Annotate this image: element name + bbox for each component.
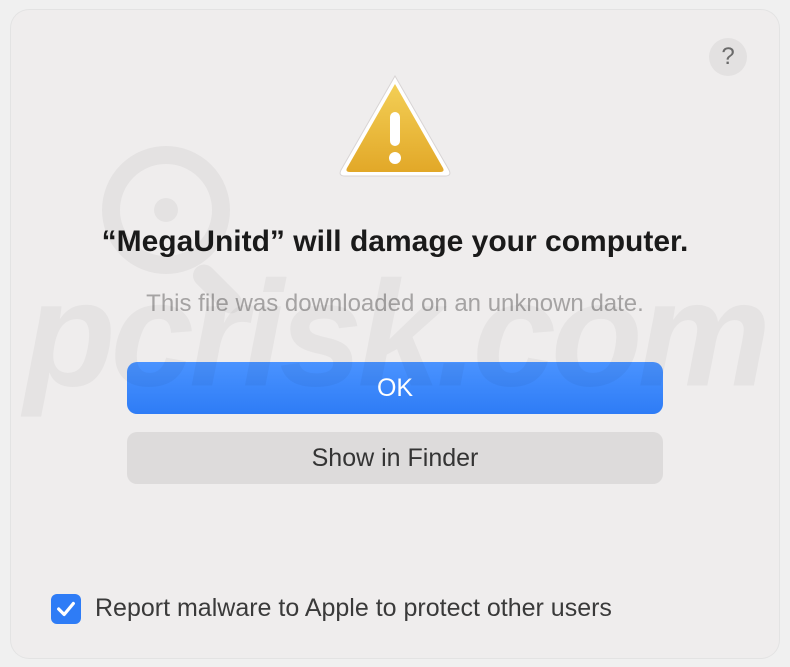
warning-icon (335, 70, 455, 180)
report-malware-checkbox[interactable] (51, 594, 81, 624)
help-icon: ? (721, 43, 734, 71)
report-malware-label: Report malware to Apple to protect other… (95, 594, 612, 623)
show-in-finder-button[interactable]: Show in Finder (127, 432, 663, 484)
alert-dialog: pcrisk.com ? “MegaUnitd” will damage you… (11, 10, 779, 658)
button-group: OK Show in Finder (127, 362, 663, 484)
dialog-subtitle: This file was downloaded on an unknown d… (146, 290, 644, 318)
dialog-title: “MegaUnitd” will damage your computer. (102, 222, 689, 263)
help-button[interactable]: ? (709, 38, 747, 76)
ok-button[interactable]: OK (127, 362, 663, 414)
report-malware-row: Report malware to Apple to protect other… (51, 594, 612, 624)
checkmark-icon (55, 598, 77, 620)
